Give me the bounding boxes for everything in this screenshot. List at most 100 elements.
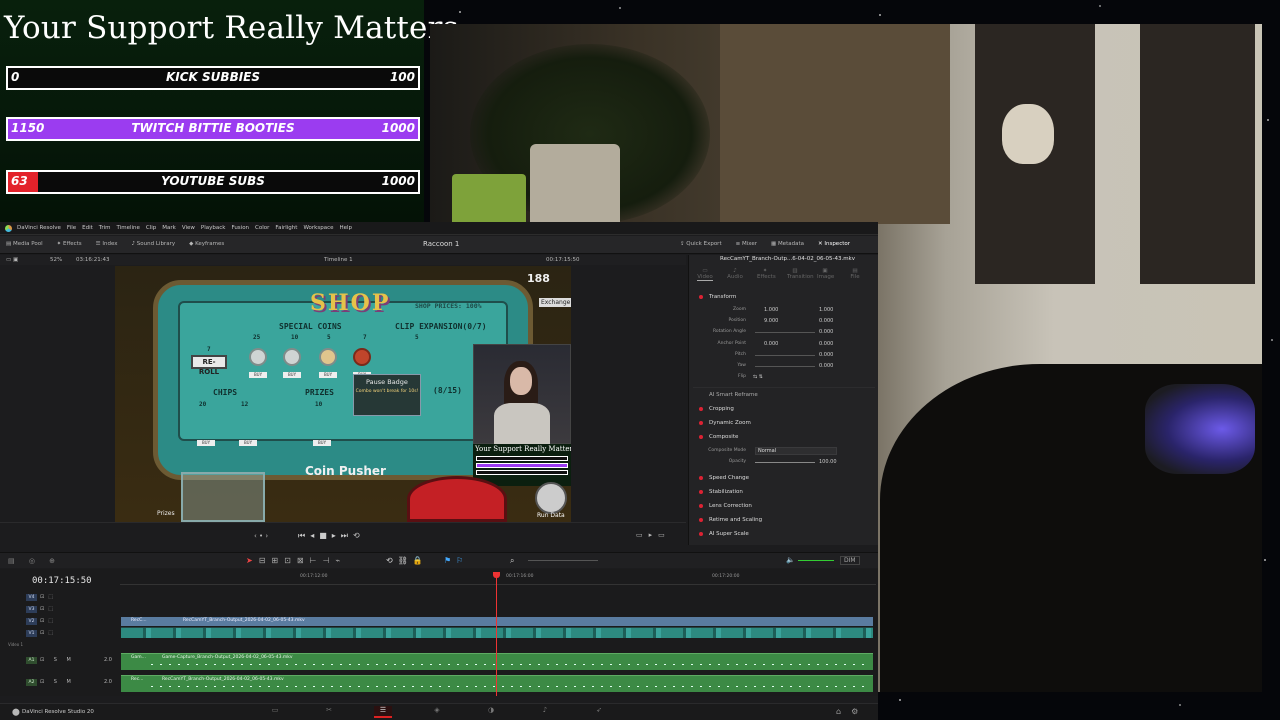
section-ai-super-scale[interactable]: AI Super Scale [699,531,749,537]
reroll-button[interactable]: RE-ROLL [191,355,227,376]
position-y-value[interactable]: 0.000 [819,318,833,324]
section-speed-change[interactable]: Speed Change [699,475,749,481]
track-controls-icon[interactable]: ⊡⬚ [40,594,57,600]
tab-video[interactable]: ▭ Video [697,268,713,281]
volume-icon[interactable]: 🔈 [786,556,795,564]
special-coin-icon[interactable] [283,348,301,366]
composite-mode-select[interactable]: Normal [755,447,837,455]
video-viewer[interactable]: SHOP SHOP PRICES: 100% SPECIAL COINS CLI… [115,266,571,522]
flip-horizontal-icon[interactable]: ⇆ ⇅ [753,374,763,380]
buy-button[interactable]: BUY [197,440,215,446]
menu-playback[interactable]: Playback [201,225,226,231]
enabled-dot-icon[interactable] [699,476,703,480]
yaw-value[interactable]: 0.000 [819,363,833,369]
menu-fusion[interactable]: Fusion [231,225,249,231]
position-x-value[interactable]: 9.000 [764,318,778,324]
section-transform[interactable]: Transform [699,294,736,300]
tab-audio[interactable]: ♪ Audio [727,268,743,281]
yaw-slider[interactable] [755,366,815,367]
dim-button[interactable]: DIM [840,556,860,565]
track-controls-icon[interactable]: ⊡⬚ [40,630,57,636]
buy-button[interactable]: BUY [313,440,331,446]
buy-button[interactable]: BUY [283,372,301,378]
buy-button[interactable]: BUY [249,372,267,378]
loop-icon[interactable]: ‹ • › [254,532,268,540]
menu-timeline[interactable]: Timeline [117,225,140,231]
timeline-name[interactable]: Timeline 1 [324,257,353,263]
tab-image[interactable]: ▣ Image [817,268,834,281]
flag-marker-icon[interactable]: ⚑⚐ [444,556,468,565]
prizes-button[interactable]: Prizes [157,510,175,517]
track-controls-icon[interactable]: ⊡⬚ [40,606,57,612]
timeline-clip-a1[interactable]: Gam... Game-Capture_Branch-Output_2026-0… [121,653,873,670]
menu-color[interactable]: Color [255,225,269,231]
opacity-value[interactable]: 100.00 [819,459,837,465]
enabled-dot-icon[interactable] [699,295,703,299]
zoom-y-value[interactable]: 1.000 [819,307,833,313]
section-cropping[interactable]: Cropping [699,406,734,412]
menu-app[interactable]: DaVinci Resolve [17,225,61,231]
keyframes-button[interactable]: ◆ Keyframes [189,241,224,247]
metadata-button[interactable]: ▦ Metadata [771,241,804,247]
playhead[interactable] [496,572,497,696]
media-page-icon[interactable]: ▭ [266,706,284,718]
track-header-a1[interactable]: A1 ⊡ S M 2.0 [0,652,120,670]
audio-track-controls-icon[interactable]: ⊡ S M [40,679,75,685]
special-coin-icon[interactable] [319,348,337,366]
track-header-v2[interactable]: V2 ⊡⬚ [0,617,120,627]
tab-transition[interactable]: ▥ Transition [787,268,814,281]
section-stabilization[interactable]: Stabilization [699,489,743,495]
timeline-zoom-slider[interactable] [528,560,598,561]
viewer-options-icon[interactable]: ▭▸▭ [636,531,671,539]
special-coin-icon[interactable] [353,348,371,366]
pitch-slider[interactable] [755,355,815,356]
mixer-button[interactable]: ≡ Mixer [736,241,757,247]
menu-file[interactable]: File [67,225,76,231]
rotation-value[interactable]: 0.000 [819,329,833,335]
sound-library-button[interactable]: ♪ Sound Library [132,241,176,247]
track-header-a2[interactable]: A2 ⊡ S M 2.0 [0,674,120,692]
zoom-level[interactable]: 52% [50,257,62,263]
snap-link-icon[interactable]: ⟲⛓🔒 [386,556,428,565]
track-header-v1[interactable]: V1 ⊡⬚ [0,629,120,639]
menu-help[interactable]: Help [340,225,353,231]
color-page-icon[interactable]: ◑ [482,706,500,718]
inspector-button[interactable]: ✕ Inspector [818,241,850,247]
section-composite[interactable]: Composite [699,434,738,440]
tab-file[interactable]: ▤ File [847,268,863,281]
deliver-page-icon[interactable]: ➶ [590,706,608,718]
timeline-clip-v1[interactable] [121,627,873,638]
enabled-dot-icon[interactable] [699,435,703,439]
enabled-dot-icon[interactable] [699,504,703,508]
menu-edit[interactable]: Edit [82,225,93,231]
playback-buttons-icon[interactable]: ⏮◂■▸⏭⟲ [298,531,365,541]
volume-slider[interactable] [798,560,834,561]
menu-mark[interactable]: Mark [162,225,176,231]
timeline-clip-a2[interactable]: Rec... RecCamYT_Branch-Output_2026-04-02… [121,675,873,692]
playhead-handle[interactable] [493,572,500,578]
exchange-button[interactable]: Exchange [539,298,571,307]
home-settings-icon[interactable]: ⌂⚙ [836,707,868,716]
menu-workspace[interactable]: Workspace [303,225,333,231]
anchor-x-value[interactable]: 0.000 [764,341,778,347]
menu-clip[interactable]: Clip [146,225,156,231]
enabled-dot-icon[interactable] [699,490,703,494]
enabled-dot-icon[interactable] [699,532,703,536]
quick-export-button[interactable]: ⇪ Quick Export [680,241,722,247]
media-pool-button[interactable]: ▤ Media Pool [6,241,43,247]
section-ai-smart-reframe[interactable]: AI Smart Reframe [709,392,758,398]
enabled-dot-icon[interactable] [699,518,703,522]
view-mode-icon[interactable]: ▭ ▣ [6,257,18,263]
section-lens-correction[interactable]: Lens Correction [699,503,752,509]
special-coin-icon[interactable] [249,348,267,366]
anchor-y-value[interactable]: 0.000 [819,341,833,347]
track-controls-icon[interactable]: ⊡⬚ [40,618,57,624]
timeline-view-icon[interactable]: ▤ ◎ ⊕ [8,557,61,565]
rotation-slider[interactable] [755,332,815,333]
enabled-dot-icon[interactable] [699,421,703,425]
tab-effects[interactable]: ✦ Effects [757,268,776,281]
menu-trim[interactable]: Trim [99,225,111,231]
effects-button[interactable]: ✦ Effects [57,241,82,247]
enabled-dot-icon[interactable] [699,407,703,411]
buy-button[interactable]: BUY [319,372,337,378]
